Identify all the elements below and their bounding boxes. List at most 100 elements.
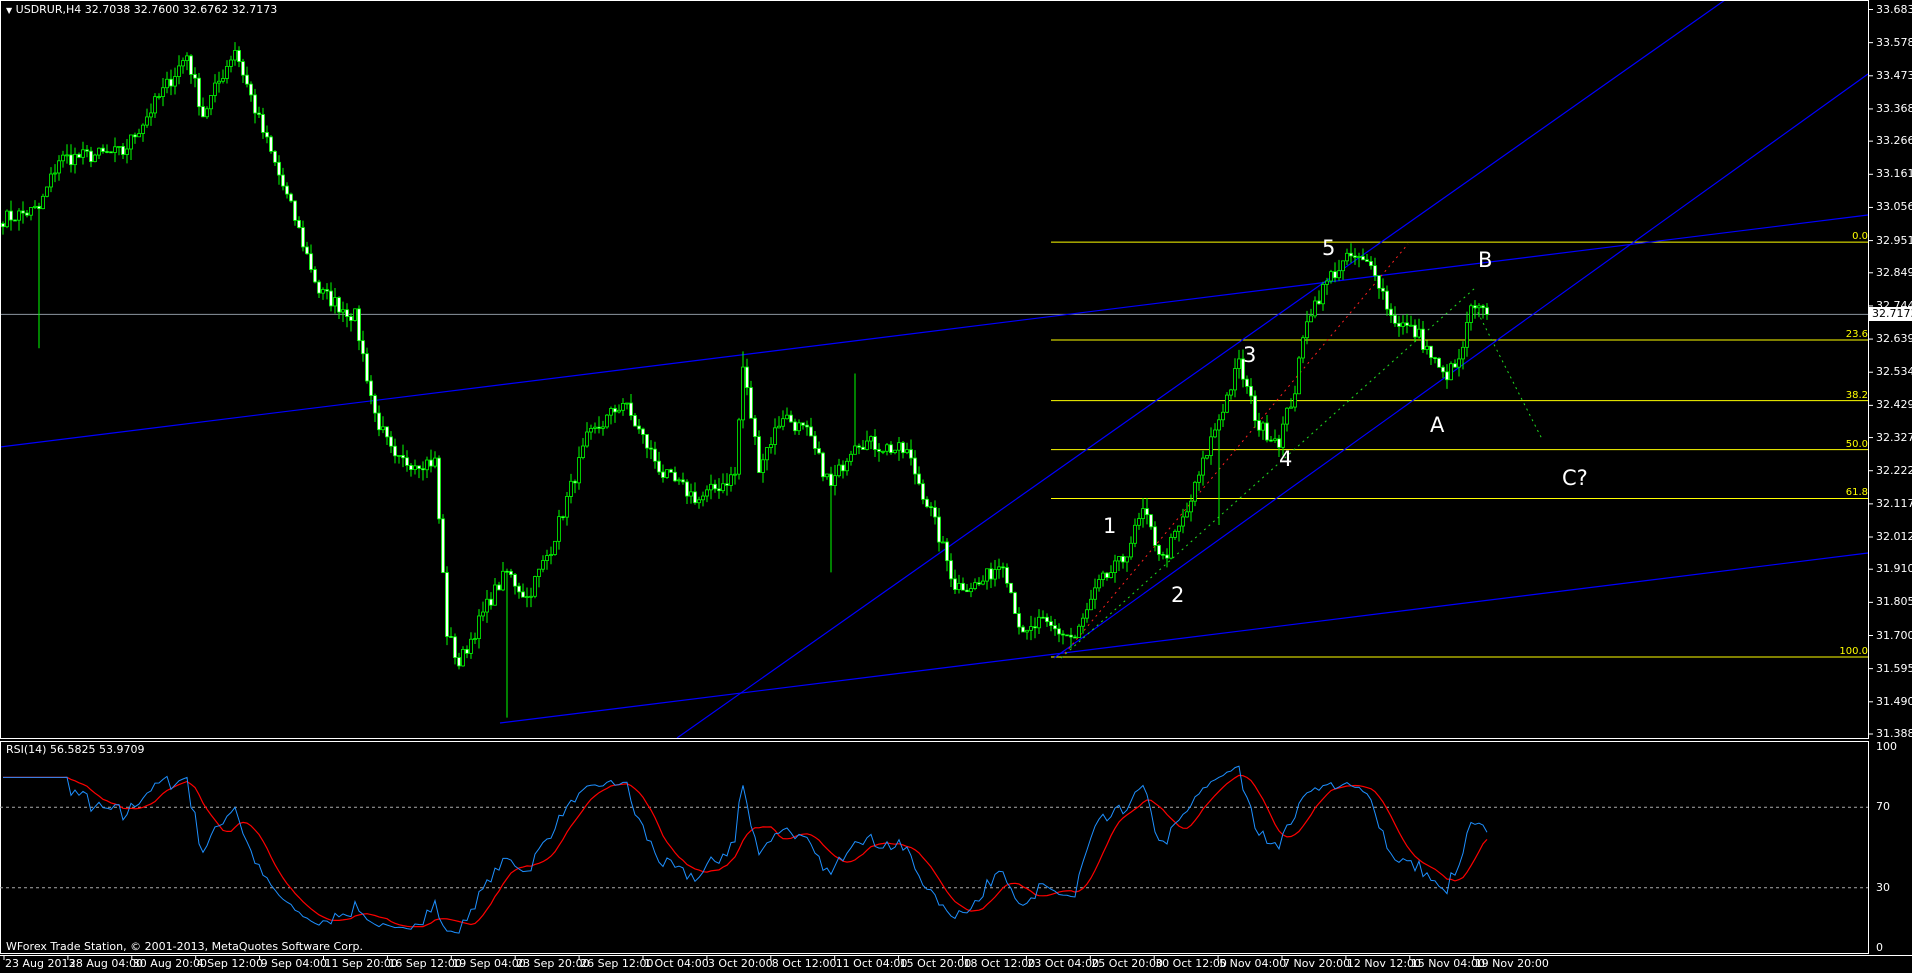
candle [669, 468, 673, 473]
candle-body [61, 154, 65, 162]
candle [853, 373, 857, 455]
candle-body [105, 151, 109, 153]
candle-body [709, 483, 713, 491]
candle-body [1081, 617, 1085, 627]
candle-body [69, 154, 73, 166]
candle [901, 440, 905, 459]
candle [589, 424, 593, 440]
candle-body [1465, 322, 1469, 348]
candle-body [193, 74, 197, 79]
candle-body [1217, 419, 1221, 431]
candle-body [817, 448, 821, 454]
candle [849, 450, 853, 466]
candle-body [681, 479, 685, 483]
candle-body [829, 473, 833, 486]
candle-body [1053, 625, 1057, 630]
candle [293, 200, 297, 226]
candle [749, 380, 753, 419]
candle [833, 464, 837, 496]
candle-body [321, 289, 325, 294]
candle-body [649, 447, 653, 450]
candle [1021, 624, 1025, 633]
price-chart[interactable] [0, 0, 1912, 973]
candle [1457, 349, 1461, 377]
candle [989, 562, 993, 588]
candle [1369, 256, 1373, 270]
time-axis-label: 26 Sep 12:00 [580, 957, 654, 970]
candle [305, 241, 309, 255]
candle-body [37, 205, 41, 210]
ohlc-open: 32.7038 [84, 3, 131, 16]
candle-body [385, 426, 389, 438]
candle [1157, 544, 1161, 561]
candle [713, 479, 717, 493]
candle-body [569, 480, 573, 497]
candle-body [313, 269, 317, 283]
candle-body [1281, 423, 1285, 448]
candle [105, 144, 109, 154]
candle [1053, 619, 1057, 636]
red-dashed-trendline[interactable] [1060, 243, 1409, 659]
candle [429, 449, 433, 473]
candle-body [893, 449, 897, 453]
trendline-bottom[interactable] [499, 552, 1868, 724]
candle-body [441, 518, 445, 573]
time-axis-label: 16 Sep 12:00 [388, 957, 462, 970]
candle [237, 46, 241, 68]
candle [977, 577, 981, 587]
candle [605, 414, 609, 429]
candle [561, 515, 565, 521]
candle [973, 578, 977, 591]
candle-body [1065, 634, 1069, 637]
candle [721, 473, 725, 494]
candle-body [53, 172, 57, 175]
candle-body [1137, 518, 1141, 526]
candle-body [529, 595, 533, 598]
candle-body [25, 212, 29, 216]
candle-body [189, 55, 193, 75]
candle [1177, 525, 1181, 542]
green-dashed-trendline[interactable] [1060, 287, 1476, 659]
wave-label-5: 5 [1322, 236, 1336, 260]
chart-menu-arrow-icon[interactable]: ▼ [6, 6, 12, 15]
candle-body [197, 77, 201, 108]
candle [493, 578, 497, 606]
candle [1309, 308, 1313, 323]
candle-body [637, 425, 641, 430]
candle [61, 150, 65, 168]
candle-body [1481, 305, 1485, 309]
candle-body [1025, 629, 1029, 633]
price-axis-label: 32.2220 [1876, 463, 1912, 477]
candle [249, 81, 253, 102]
candle [17, 208, 21, 231]
candle-body [209, 95, 213, 110]
candle-body [593, 426, 597, 429]
candle [657, 451, 661, 476]
candle [509, 568, 513, 578]
candle [361, 330, 365, 362]
candle-body [217, 80, 221, 84]
candle-body [1417, 328, 1421, 338]
candle [457, 652, 461, 670]
candle [1249, 378, 1253, 404]
fib-level-label: 50.0 [1845, 438, 1868, 450]
candle-body [137, 133, 141, 138]
candle [1401, 315, 1405, 335]
price-axis-label: 32.3270 [1876, 430, 1912, 444]
candle [473, 632, 477, 644]
candle [101, 144, 105, 154]
candle [1265, 414, 1269, 443]
candle [1417, 318, 1421, 339]
trendline-long[interactable] [0, 214, 1868, 448]
projection-dashed-line[interactable] [1474, 306, 1543, 440]
candle [621, 398, 625, 416]
candle-body [921, 483, 925, 500]
channel-upper-line[interactable] [676, 0, 1725, 738]
candle [133, 132, 137, 144]
candle-body [489, 598, 493, 606]
wave-label-4: 4 [1279, 447, 1293, 471]
channel-lower-line[interactable] [1053, 73, 1868, 659]
candle [517, 582, 521, 599]
candle [1209, 427, 1213, 465]
candle-body [1229, 389, 1233, 396]
